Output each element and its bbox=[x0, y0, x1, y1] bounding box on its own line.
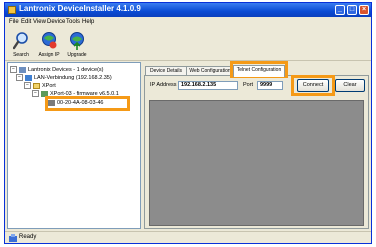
menu-view[interactable]: View bbox=[33, 19, 46, 25]
telnet-console[interactable] bbox=[149, 100, 364, 226]
upgrade-button[interactable]: Upgrade bbox=[63, 30, 91, 58]
details-pane: Device Details Web Configuration Telnet … bbox=[144, 62, 369, 229]
menu-edit[interactable]: Edit bbox=[21, 19, 31, 25]
collapse-icon[interactable]: − bbox=[32, 90, 39, 98]
telnet-panel: IP Address 192.168.2.135 Port 9999 Conne… bbox=[144, 75, 369, 229]
toolbar: Search Assign IP Upgrade bbox=[5, 28, 371, 61]
port-label: Port bbox=[243, 82, 254, 88]
folder-icon bbox=[33, 82, 40, 89]
upgrade-label: Upgrade bbox=[67, 52, 87, 58]
menu-tools[interactable]: Tools bbox=[66, 19, 80, 25]
maximize-button[interactable]: □ bbox=[347, 5, 357, 15]
assign-ip-label: Assign IP bbox=[38, 52, 60, 58]
devices-icon bbox=[19, 66, 26, 73]
clear-button[interactable]: Clear bbox=[335, 79, 365, 92]
assign-ip-icon bbox=[42, 32, 57, 49]
collapse-icon[interactable]: − bbox=[16, 74, 23, 82]
menu-file[interactable]: File bbox=[9, 19, 19, 25]
tab-telnet-configuration[interactable]: Telnet Configuration bbox=[233, 65, 285, 77]
ip-address-field[interactable]: 192.168.2.135 bbox=[178, 81, 238, 90]
menu-device[interactable]: Device bbox=[47, 19, 65, 25]
close-button[interactable]: × bbox=[359, 5, 369, 15]
port-field[interactable]: 9999 bbox=[257, 81, 283, 90]
status-bar: Ready bbox=[5, 231, 371, 243]
title-bar[interactable]: Lantronix DeviceInstaller 4.1.0.9 _ □ × bbox=[5, 3, 371, 17]
tree-network-label: LAN-Verbindung (192.168.2.35) bbox=[34, 75, 112, 81]
tree-item-group[interactable]: − XPort bbox=[24, 82, 56, 90]
app-icon bbox=[8, 6, 16, 14]
search-label: Search bbox=[13, 52, 29, 58]
status-icon bbox=[9, 234, 17, 242]
menu-help[interactable]: Help bbox=[82, 19, 94, 25]
device-tree: − Lantronix Devices - 1 device(s) − LAN-Ve… bbox=[7, 62, 141, 229]
network-icon bbox=[25, 74, 32, 81]
status-text: Ready bbox=[19, 234, 37, 240]
highlight-device bbox=[45, 96, 130, 111]
upgrade-icon bbox=[70, 32, 84, 50]
search-icon bbox=[13, 32, 28, 50]
tree-group-label: XPort bbox=[42, 83, 56, 89]
window-title: Lantronix DeviceInstaller 4.1.0.9 bbox=[19, 4, 141, 13]
tree-item-root[interactable]: − Lantronix Devices - 1 device(s) bbox=[10, 66, 104, 74]
tree-root-label: Lantronix Devices - 1 device(s) bbox=[28, 67, 104, 73]
minimize-button[interactable]: _ bbox=[335, 5, 345, 15]
menu-bar: File Edit View Device Tools Help bbox=[5, 17, 371, 28]
tree-item-network[interactable]: − LAN-Verbindung (192.168.2.35) bbox=[16, 74, 112, 82]
assign-ip-button[interactable]: Assign IP bbox=[35, 30, 63, 58]
collapse-icon[interactable]: − bbox=[10, 66, 17, 74]
app-window: Lantronix DeviceInstaller 4.1.0.9 _ □ × … bbox=[4, 2, 372, 244]
ip-address-label: IP Address bbox=[150, 82, 177, 88]
collapse-icon[interactable]: − bbox=[24, 82, 31, 90]
search-button[interactable]: Search bbox=[7, 30, 35, 58]
highlight-connect bbox=[291, 75, 335, 96]
